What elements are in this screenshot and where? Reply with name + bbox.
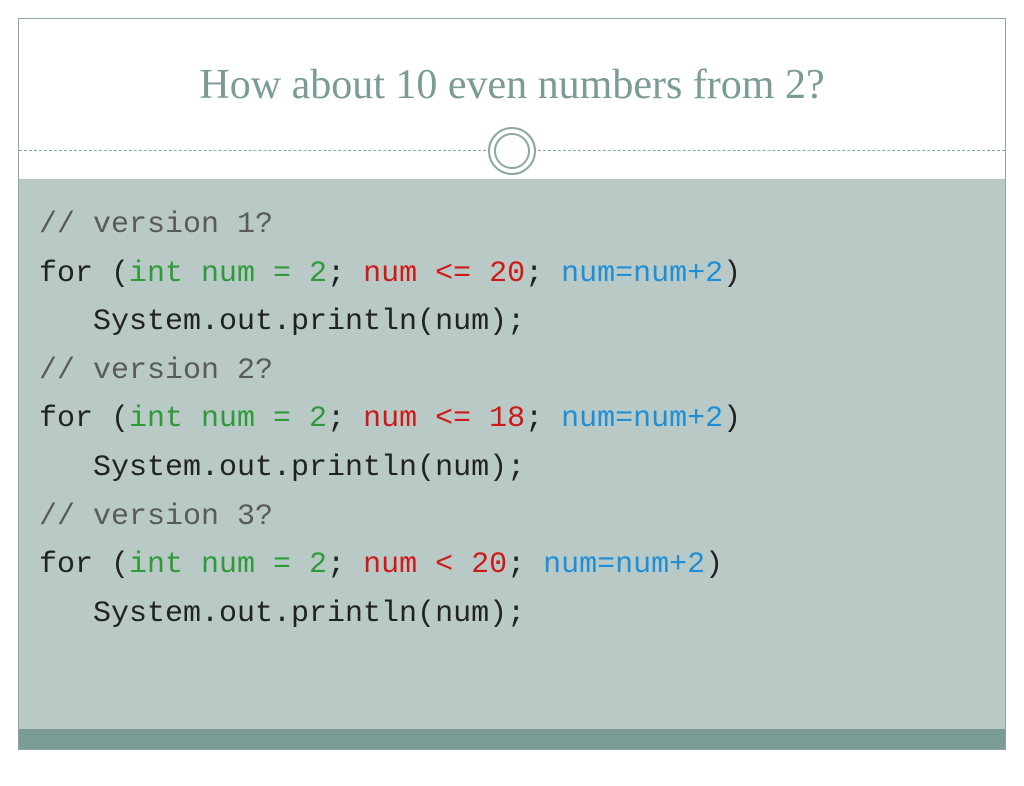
for-line-v3: for (int num = 2; num < 20; num=num+2) — [39, 541, 985, 590]
comment-v3: // version 3? — [39, 500, 273, 534]
for-line-v1: for (int num = 2; num <= 20; num=num+2) — [39, 250, 985, 299]
body-v2: System.out.println(num); — [39, 444, 985, 493]
for-line-v2: for (int num = 2; num <= 18; num=num+2) — [39, 395, 985, 444]
body-v1: System.out.println(num); — [39, 298, 985, 347]
code-content: // version 1? for (int num = 2; num <= 2… — [19, 179, 1005, 729]
slide-title: How about 10 even numbers from 2? — [199, 61, 824, 109]
title-area: How about 10 even numbers from 2? — [19, 19, 1005, 151]
slide-frame: How about 10 even numbers from 2? // ver… — [18, 18, 1006, 750]
comment-v1: // version 1? — [39, 208, 273, 242]
body-v3: System.out.println(num); — [39, 590, 985, 639]
ring-icon — [488, 127, 536, 175]
comment-v2: // version 2? — [39, 354, 273, 388]
footer-bar — [19, 729, 1005, 749]
